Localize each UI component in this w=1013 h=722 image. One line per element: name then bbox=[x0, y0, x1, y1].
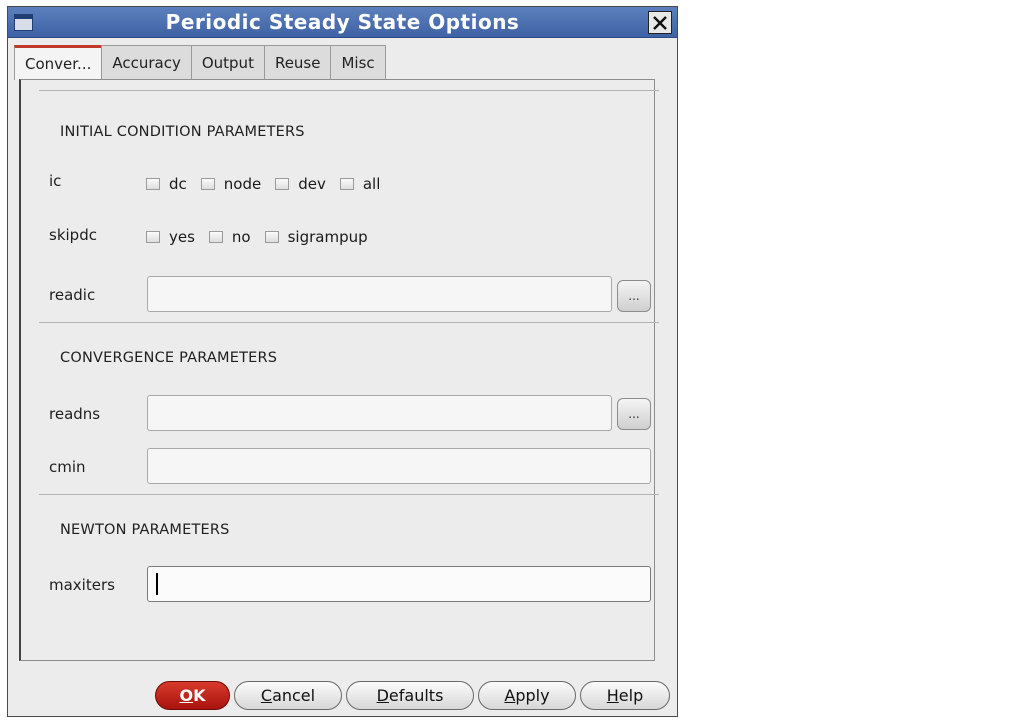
help-mnemonic: H bbox=[606, 686, 619, 705]
ic-options: dc node dev all bbox=[146, 175, 394, 193]
tab-misc[interactable]: Misc bbox=[330, 45, 386, 80]
readns-browse-button[interactable]: ... bbox=[617, 398, 651, 430]
tab-output[interactable]: Output bbox=[190, 45, 265, 80]
maxiters-input[interactable] bbox=[147, 566, 651, 602]
skipdc-no-checkbox[interactable] bbox=[208, 231, 223, 243]
text-cursor bbox=[156, 573, 158, 595]
title-bar[interactable]: Periodic Steady State Options bbox=[8, 7, 677, 38]
readns-label: readns bbox=[49, 405, 101, 423]
ic-label: ic bbox=[49, 172, 62, 190]
cancel-label: ancel bbox=[272, 686, 316, 705]
ic-node-checkbox[interactable] bbox=[200, 178, 215, 190]
readic-label: readic bbox=[49, 286, 96, 304]
apply-button[interactable]: Apply bbox=[478, 681, 576, 710]
skipdc-sigrampup-label: sigrampup bbox=[287, 228, 368, 246]
defaults-button[interactable]: Defaults bbox=[346, 681, 474, 710]
tab-reuse[interactable]: Reuse bbox=[263, 45, 332, 80]
tab-accuracy[interactable]: Accuracy bbox=[101, 45, 192, 80]
readic-browse-button[interactable]: ... bbox=[617, 280, 651, 312]
readic-input[interactable] bbox=[147, 276, 612, 312]
skipdc-yes-checkbox[interactable] bbox=[146, 231, 160, 243]
divider bbox=[39, 90, 659, 91]
defaults-label: efaults bbox=[388, 686, 444, 705]
maxiters-label: maxiters bbox=[49, 576, 115, 594]
cancel-mnemonic: C bbox=[260, 686, 273, 705]
convergence-tab-panel: INITIAL CONDITION PARAMETERS ic dc node … bbox=[19, 79, 659, 661]
options-dialog: Periodic Steady State Options Conver... … bbox=[7, 6, 678, 717]
ok-button[interactable]: OK bbox=[155, 681, 230, 710]
tab-convergence[interactable]: Conver... bbox=[14, 45, 103, 80]
skipdc-sigrampup-checkbox[interactable] bbox=[264, 231, 279, 243]
ic-node-label: node bbox=[223, 175, 262, 193]
ic-dev-label: dev bbox=[298, 175, 326, 193]
cmin-label: cmin bbox=[49, 458, 86, 476]
initial-condition-heading: INITIAL CONDITION PARAMETERS bbox=[60, 124, 305, 140]
ic-dc-label: dc bbox=[169, 175, 187, 193]
newton-heading: NEWTON PARAMETERS bbox=[60, 522, 230, 538]
divider bbox=[39, 322, 659, 323]
window-title: Periodic Steady State Options bbox=[165, 10, 520, 34]
convergence-heading: CONVERGENCE PARAMETERS bbox=[60, 350, 278, 366]
dialog-footer: OK Cancel Defaults Apply Help bbox=[8, 667, 677, 716]
close-button[interactable] bbox=[648, 11, 672, 34]
readns-input[interactable] bbox=[147, 395, 612, 431]
ic-all-checkbox[interactable] bbox=[339, 178, 354, 190]
help-button[interactable]: Help bbox=[580, 681, 670, 710]
cmin-input[interactable] bbox=[147, 448, 651, 484]
cancel-button[interactable]: Cancel bbox=[234, 681, 342, 710]
defaults-mnemonic: D bbox=[376, 686, 389, 705]
help-label: elp bbox=[618, 686, 644, 705]
ok-mnemonic: O bbox=[179, 686, 194, 705]
ic-dev-checkbox[interactable] bbox=[275, 178, 290, 190]
close-icon bbox=[653, 15, 667, 30]
ic-all-label: all bbox=[362, 175, 381, 193]
ok-label: K bbox=[193, 686, 206, 705]
skipdc-label: skipdc bbox=[49, 226, 97, 244]
apply-label: pply bbox=[515, 686, 550, 705]
apply-mnemonic: A bbox=[504, 686, 516, 705]
skipdc-options: yes no sigrampup bbox=[146, 228, 382, 246]
tab-bar: Conver... Accuracy Output Reuse Misc bbox=[14, 45, 386, 80]
skipdc-no-label: no bbox=[231, 228, 251, 246]
skipdc-yes-label: yes bbox=[169, 228, 195, 246]
ic-dc-checkbox[interactable] bbox=[146, 178, 160, 190]
divider bbox=[39, 494, 659, 495]
